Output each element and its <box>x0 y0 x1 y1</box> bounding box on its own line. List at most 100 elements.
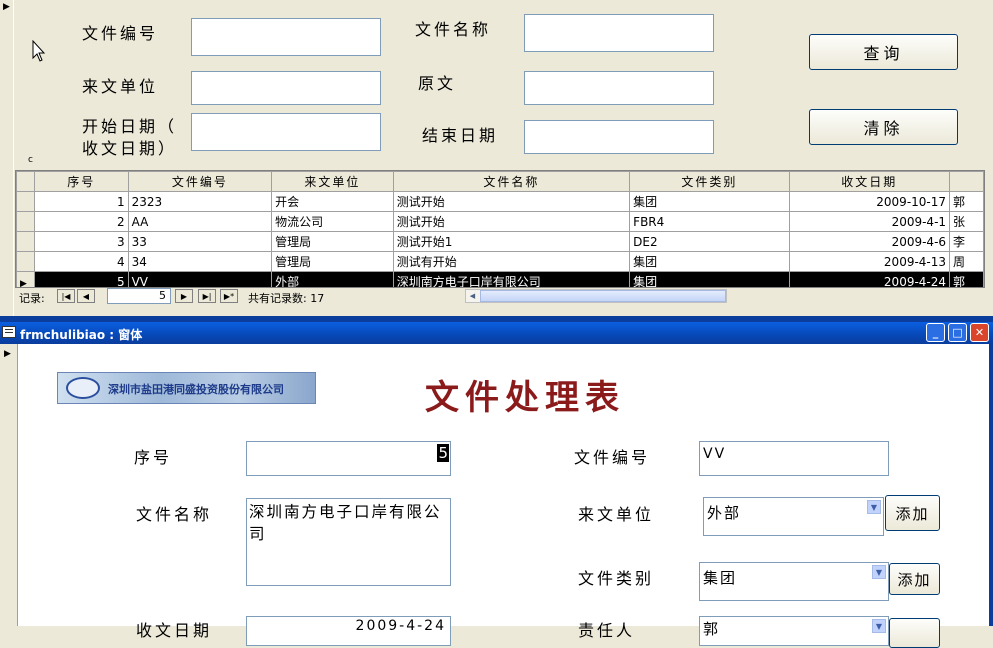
close-button[interactable]: ✕ <box>970 323 989 342</box>
column-header-received-date[interactable]: 收文日期 <box>788 171 951 192</box>
horizontal-scrollbar[interactable]: ◀ <box>465 289 727 303</box>
cell-doc-number[interactable]: 34 <box>127 251 273 272</box>
category-dropdown-icon[interactable]: ▼ <box>872 565 886 579</box>
responsible-combobox[interactable]: 郭 ▼ <box>699 616 889 646</box>
column-header-from-unit[interactable]: 来文单位 <box>271 171 394 192</box>
cell-doc-number[interactable]: VV <box>127 271 273 287</box>
cell-category[interactable]: 集团 <box>629 191 790 212</box>
cell-person[interactable]: 郭 <box>949 271 984 287</box>
search-from-unit-input[interactable] <box>191 71 381 105</box>
minimize-button[interactable]: _ <box>926 323 945 342</box>
cell-person[interactable]: 李 <box>949 231 984 252</box>
row-selector-current[interactable]: ▶ <box>16 271 35 287</box>
table-row-current[interactable]: ▶ 5 VV 外部 深圳南方电子口岸有限公司 集团 2009-4-24 郭 <box>16 271 984 287</box>
next-record-icon[interactable]: ▶ <box>175 289 193 303</box>
seq-field[interactable]: 5 <box>246 441 451 476</box>
received-date-field[interactable]: 2009-4-24 <box>246 616 451 646</box>
maximize-button[interactable]: □ <box>948 323 967 342</box>
doc-name-value: 深圳南方电子口岸有限公司 <box>249 503 442 543</box>
table-row[interactable]: 2 AA 物流公司 测试开始 FBR4 2009-4-1 张 <box>16 211 984 232</box>
table-row[interactable]: 3 33 管理局 测试开始1 DE2 2009-4-6 李 <box>16 231 984 252</box>
scroll-left-icon[interactable]: ◀ <box>466 290 479 302</box>
cell-doc-name[interactable]: 测试开始 <box>392 191 631 212</box>
search-doc-number-input[interactable] <box>191 18 381 56</box>
search-end-date-input[interactable] <box>524 120 714 154</box>
cell-doc-name[interactable]: 测试开始1 <box>392 231 631 252</box>
search-original-input[interactable] <box>524 71 714 105</box>
row-selector[interactable] <box>16 211 35 232</box>
cell-seq[interactable]: 2 <box>33 211 129 232</box>
cell-from-unit[interactable]: 物流公司 <box>271 211 394 232</box>
received-date-label: 收文日期 <box>136 621 213 640</box>
datasheet-header-row: 序号 文件编号 来文单位 文件名称 文件类别 收文日期 <box>16 171 984 192</box>
row-selector[interactable] <box>16 231 35 252</box>
cell-from-unit[interactable]: 开会 <box>271 191 394 212</box>
cell-category[interactable]: DE2 <box>629 231 790 252</box>
cell-seq[interactable]: 5 <box>33 271 129 287</box>
new-record-icon[interactable]: ▶* <box>220 289 238 303</box>
cell-from-unit[interactable]: 外部 <box>271 271 394 287</box>
column-header-doc-number[interactable]: 文件编号 <box>127 171 273 192</box>
search-doc-name-input[interactable] <box>524 14 714 52</box>
small-marker: c <box>28 155 33 165</box>
cell-seq[interactable]: 4 <box>33 251 129 272</box>
column-header-extra[interactable] <box>949 171 984 192</box>
responsible-dropdown-icon[interactable]: ▼ <box>872 619 886 633</box>
from-unit-combobox[interactable]: 外部 ▼ <box>703 497 884 536</box>
cell-person[interactable]: 郭 <box>949 191 984 212</box>
cell-doc-name[interactable]: 测试有开始 <box>392 251 631 272</box>
table-row[interactable]: 1 2323 开会 测试开始 集团 2009-10-17 郭 <box>16 191 984 212</box>
add-from-unit-button[interactable]: 添加 <box>885 495 940 531</box>
window-titlebar[interactable]: frmchulibiao : 窗体 _ □ ✕ <box>0 322 993 344</box>
cell-received-date[interactable]: 2009-4-6 <box>788 231 951 252</box>
seq-label: 序号 <box>134 448 173 467</box>
prev-record-icon[interactable]: ◀ <box>77 289 95 303</box>
from-unit-dropdown-icon[interactable]: ▼ <box>867 500 881 514</box>
cell-received-date[interactable]: 2009-10-17 <box>788 191 951 212</box>
cell-received-date[interactable]: 2009-4-13 <box>788 251 951 272</box>
cell-received-date[interactable]: 2009-4-1 <box>788 211 951 232</box>
search-start-date-input[interactable] <box>191 113 381 151</box>
record-indicator-icon: ▶ <box>3 2 10 12</box>
category-combobox[interactable]: 集团 ▼ <box>699 562 889 601</box>
cell-seq[interactable]: 3 <box>33 231 129 252</box>
records-datasheet[interactable]: 序号 文件编号 来文单位 文件名称 文件类别 收文日期 1 2323 开会 测试… <box>15 170 985 288</box>
cell-doc-number[interactable]: 2323 <box>127 191 273 212</box>
add-responsible-button[interactable] <box>889 618 940 648</box>
table-row[interactable]: 4 34 管理局 测试有开始 集团 2009-4-13 周 <box>16 251 984 272</box>
cell-person[interactable]: 张 <box>949 211 984 232</box>
from-unit-value: 外部 <box>707 504 742 522</box>
category-value: 集团 <box>703 569 738 587</box>
add-category-button[interactable]: 添加 <box>889 563 940 595</box>
column-header-seq[interactable]: 序号 <box>33 171 129 192</box>
doc-number-field[interactable]: VV <box>699 441 889 476</box>
form-record-selector[interactable] <box>0 344 18 626</box>
query-button[interactable]: 查询 <box>809 34 958 70</box>
cell-from-unit[interactable]: 管理局 <box>271 251 394 272</box>
cell-seq[interactable]: 1 <box>33 191 129 212</box>
cell-from-unit[interactable]: 管理局 <box>271 231 394 252</box>
cell-category[interactable]: 集团 <box>629 251 790 272</box>
row-selector[interactable] <box>16 251 35 272</box>
clear-button[interactable]: 清除 <box>809 109 958 145</box>
category-label: 文件类别 <box>578 569 655 588</box>
last-record-icon[interactable]: ▶| <box>198 289 216 303</box>
row-selector[interactable] <box>16 191 35 212</box>
window-right-border <box>989 344 993 626</box>
current-record-input[interactable]: 5 <box>107 288 171 304</box>
search-end-date-label: 结束日期 <box>422 126 499 145</box>
first-record-icon[interactable]: |◀ <box>57 289 75 303</box>
doc-name-field[interactable]: 深圳南方电子口岸有限公司 <box>246 498 451 586</box>
cell-category[interactable]: 集团 <box>629 271 790 287</box>
scrollbar-thumb[interactable] <box>480 290 726 302</box>
search-from-unit-label: 来文单位 <box>82 77 159 96</box>
column-header-category[interactable]: 文件类别 <box>629 171 790 192</box>
cell-doc-name[interactable]: 测试开始 <box>392 211 631 232</box>
column-header-doc-name[interactable]: 文件名称 <box>392 171 631 192</box>
cell-doc-name[interactable]: 深圳南方电子口岸有限公司 <box>392 271 631 287</box>
cell-received-date[interactable]: 2009-4-24 <box>788 271 951 287</box>
cell-doc-number[interactable]: AA <box>127 211 273 232</box>
cell-person[interactable]: 周 <box>949 251 984 272</box>
cell-doc-number[interactable]: 33 <box>127 231 273 252</box>
cell-category[interactable]: FBR4 <box>629 211 790 232</box>
